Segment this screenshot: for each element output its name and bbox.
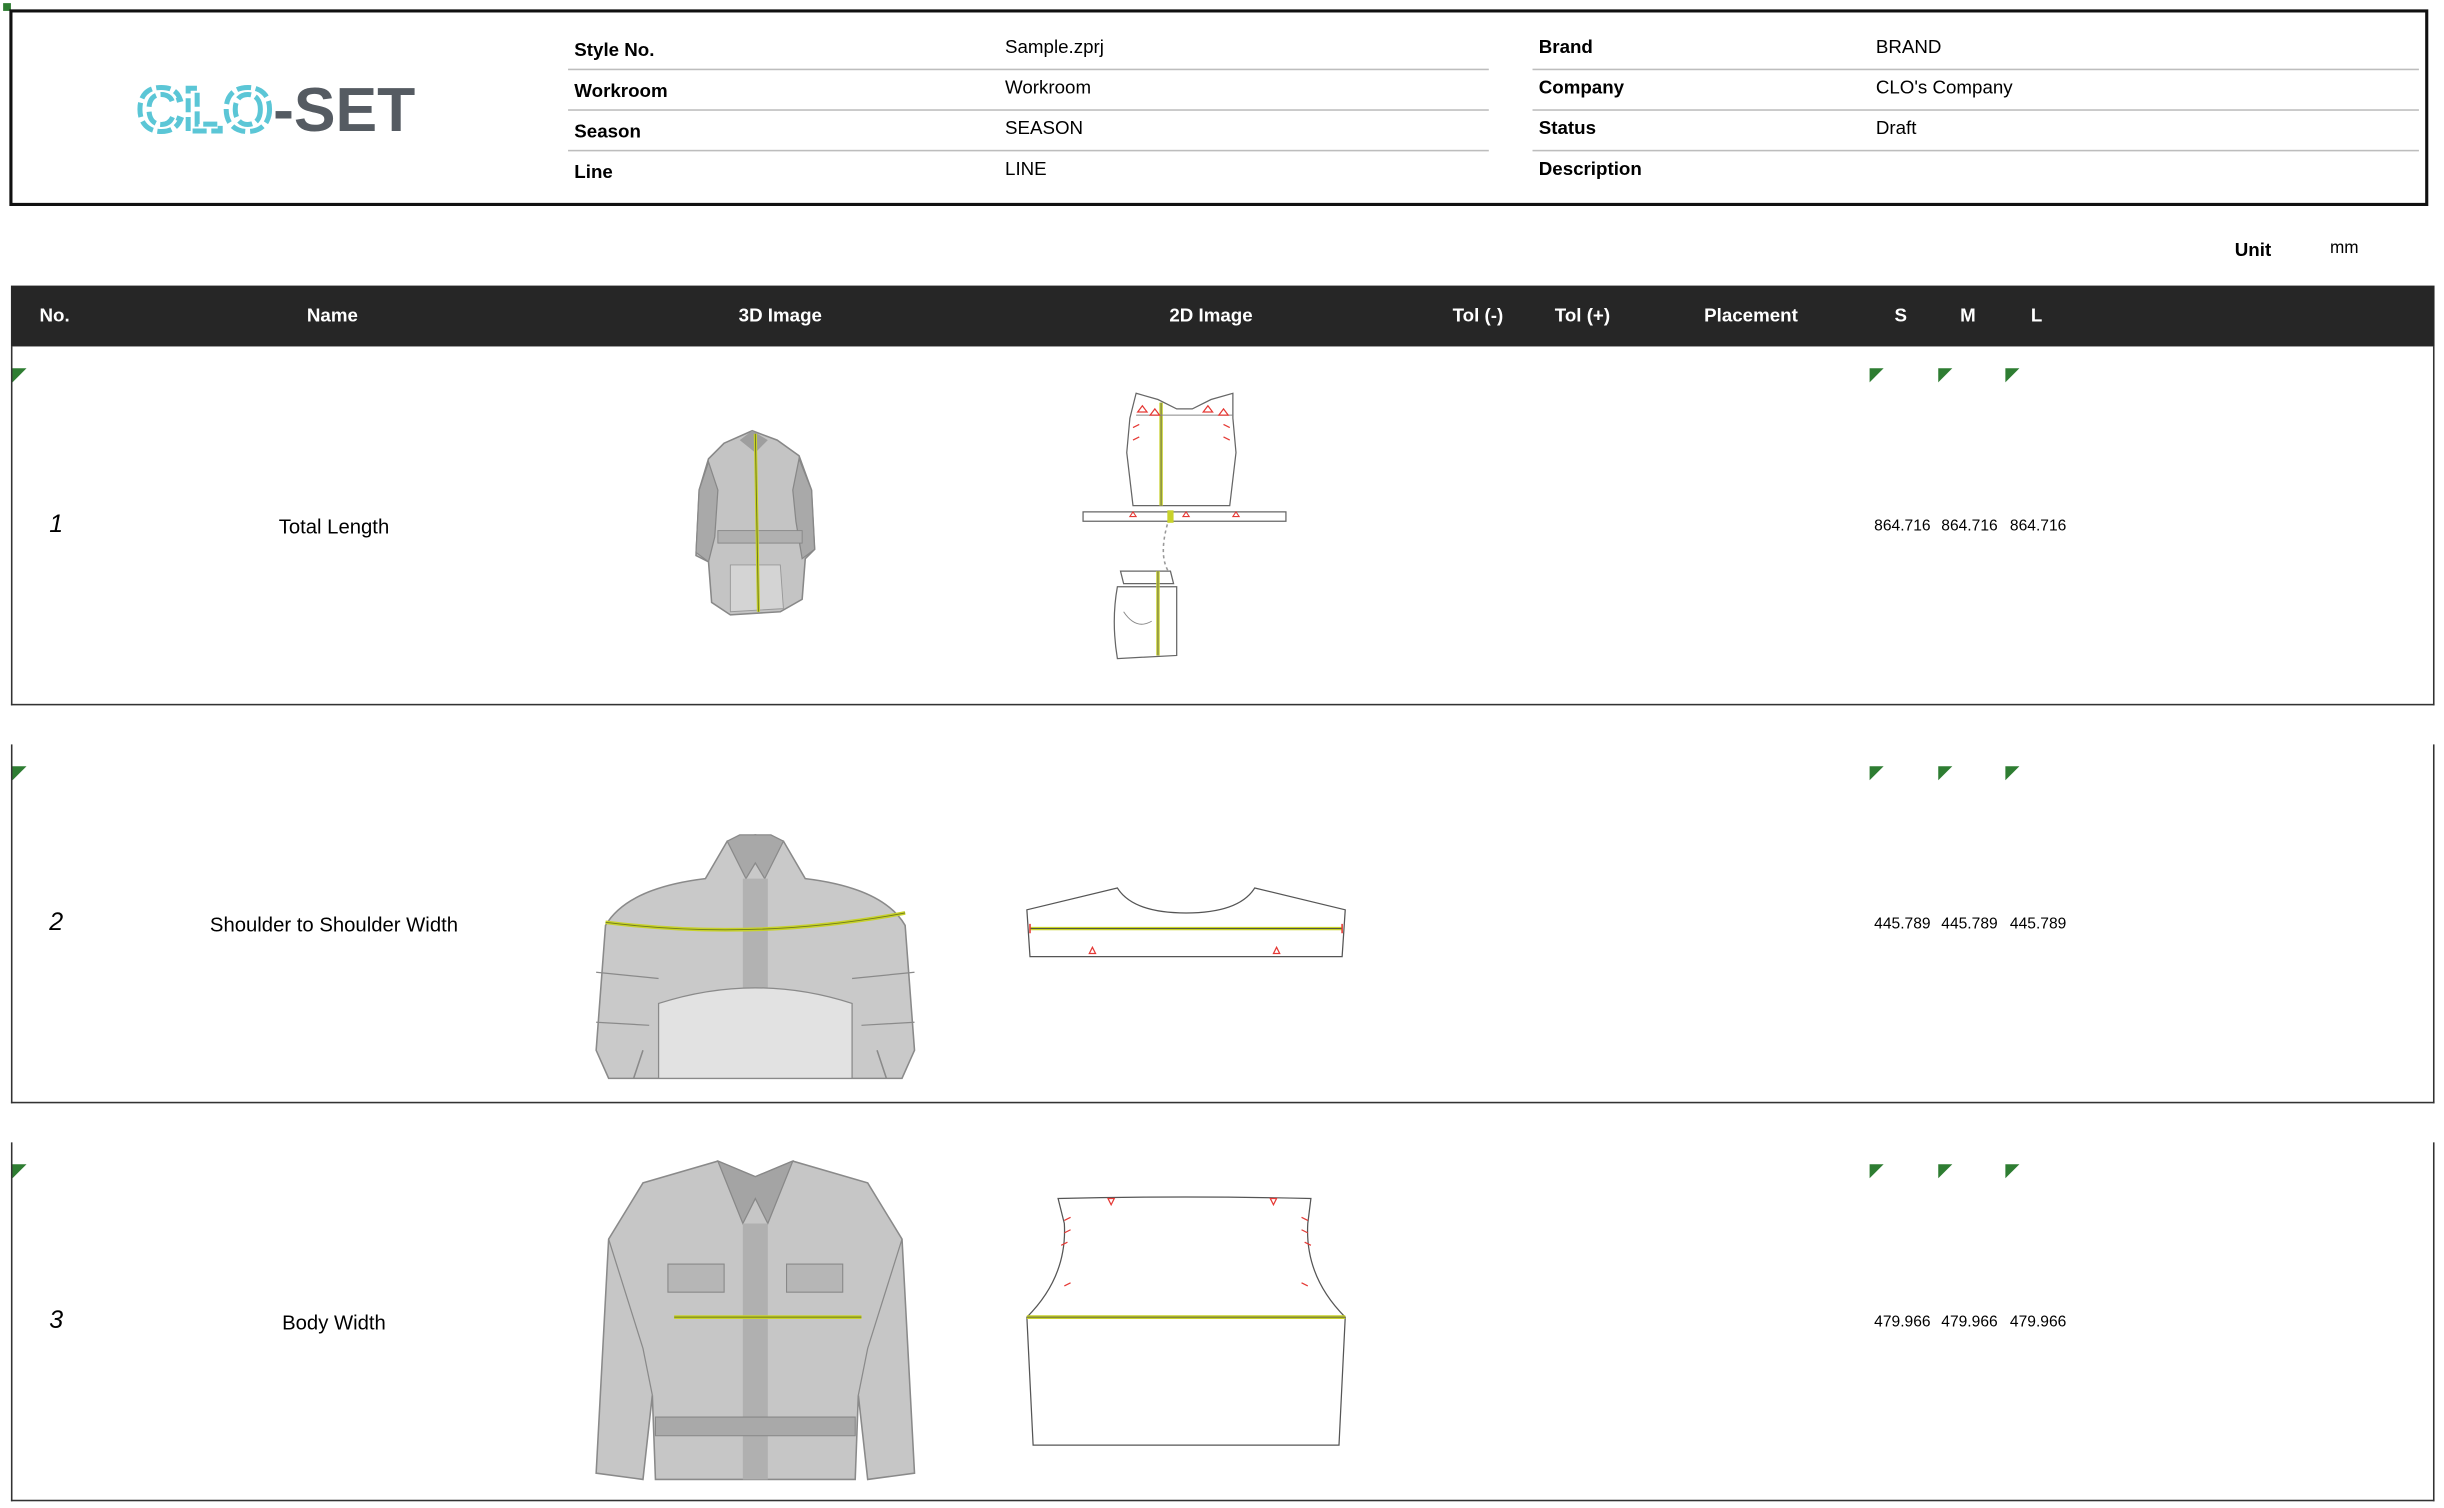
size-l-value: 479.966 <box>2009 1314 2067 1332</box>
col-header-no: No. <box>39 304 70 327</box>
size-l-value: 864.716 <box>2009 518 2067 536</box>
size-s-value: 479.966 <box>1874 1314 1931 1332</box>
size-l-flag-icon <box>2005 368 2020 383</box>
field-label: Status <box>1538 117 1597 139</box>
field-value: BRAND <box>1875 35 1942 58</box>
table-row[interactable]: 2 Shoulder to Shoulder Width 445.789 445… <box>10 744 2435 1104</box>
garment-3d-image <box>595 1159 916 1481</box>
size-m-value: 864.716 <box>1941 518 1998 536</box>
garment-3d-image <box>695 429 816 616</box>
field-row-company: Company CLO's Company <box>1532 69 2419 111</box>
col-header-name: Name <box>306 304 358 327</box>
svg-text:-SET: -SET <box>273 75 415 145</box>
field-row-description: Description <box>1533 150 2419 191</box>
field-value: Workroom <box>1005 76 1092 99</box>
table-row[interactable]: 3 Body Width 479.966 479.966 479.966 <box>10 1142 2435 1502</box>
size-s-value: 445.789 <box>1874 916 1931 934</box>
field-row-brand: Brand BRAND <box>1532 28 2419 71</box>
col-header-3d-image: 3D Image <box>738 304 822 327</box>
col-header-2d-image: 2D Image <box>1169 304 1253 327</box>
size-m-flag-icon <box>1938 368 1953 383</box>
size-l-flag-icon <box>2005 1164 2020 1179</box>
row-flag-icon <box>12 368 27 383</box>
col-header-tol-plus: Tol (+) <box>1554 304 1611 327</box>
field-label: Brand <box>1538 35 1593 58</box>
row-flag-icon <box>12 766 27 781</box>
techpack-page: CLO -SET Style No. Sample.zprj Workroom … <box>0 0 2444 1508</box>
field-value: SEASON <box>1005 117 1084 139</box>
pattern-2d-image <box>1082 392 1287 660</box>
size-s-value: 864.716 <box>1874 518 1931 536</box>
field-label: Line <box>574 160 613 183</box>
measurement-name: Body Width <box>282 1310 386 1335</box>
field-label: Company <box>1538 76 1625 99</box>
size-m-value: 445.789 <box>1941 916 1998 934</box>
row-flag-icon <box>12 1164 27 1179</box>
col-header-tol-minus: Tol (-) <box>1452 304 1504 327</box>
field-label: Season <box>574 120 641 143</box>
size-m-flag-icon <box>1938 1164 1953 1179</box>
clo-set-logo: CLO -SET <box>135 73 415 148</box>
row-number: 1 <box>49 511 64 539</box>
field-row-status: Status Draft <box>1532 109 2419 152</box>
pattern-2d-image <box>1026 887 1346 958</box>
field-value: CLO's Company <box>1875 76 2013 99</box>
pattern-2d-image <box>1026 1196 1346 1446</box>
field-row-line: Line LINE <box>568 150 1489 191</box>
svg-text:CLO: CLO <box>137 75 273 145</box>
size-m-flag-icon <box>1938 766 1953 781</box>
size-s-flag-icon <box>1869 368 1884 383</box>
field-label: Workroom <box>574 79 668 102</box>
field-value: Sample.zprj <box>1005 35 1104 58</box>
field-row-style-no: Style No. Sample.zprj <box>568 28 1489 71</box>
garment-3d-image <box>595 834 916 1080</box>
table-row[interactable]: 1 Total Length 864.716 864.716 864.716 <box>10 346 2435 706</box>
measurement-name: Shoulder to Shoulder Width <box>209 912 459 937</box>
size-s-flag-icon <box>1869 1164 1884 1179</box>
col-header-placement: Placement <box>1704 304 1798 327</box>
field-row-season: Season SEASON <box>568 109 1489 152</box>
unit-value: mm <box>2329 238 2359 258</box>
unit-label: Unit <box>2234 238 2272 261</box>
field-value: LINE <box>1005 157 1047 180</box>
size-s-flag-icon <box>1869 766 1884 781</box>
col-header-size-m: M <box>1960 304 1976 327</box>
measurement-name: Total Length <box>278 514 390 539</box>
measurement-table-header: No. Name 3D Image 2D Image Tol (-) Tol (… <box>10 285 2435 347</box>
row-number: 3 <box>49 1307 64 1335</box>
size-l-flag-icon <box>2005 766 2020 781</box>
field-value: Draft <box>1875 117 1917 139</box>
row-number: 2 <box>49 909 64 937</box>
size-m-value: 479.966 <box>1941 1314 1998 1332</box>
field-row-workroom: Workroom Workroom <box>568 69 1489 111</box>
field-label: Style No. <box>574 39 655 61</box>
style-info-box: CLO -SET Style No. Sample.zprj Workroom … <box>9 9 2429 206</box>
col-header-size-l: L <box>2030 304 2043 327</box>
size-l-value: 445.789 <box>2009 916 2067 934</box>
col-header-size-s: S <box>1894 304 1908 327</box>
field-label: Description <box>1538 157 1642 180</box>
